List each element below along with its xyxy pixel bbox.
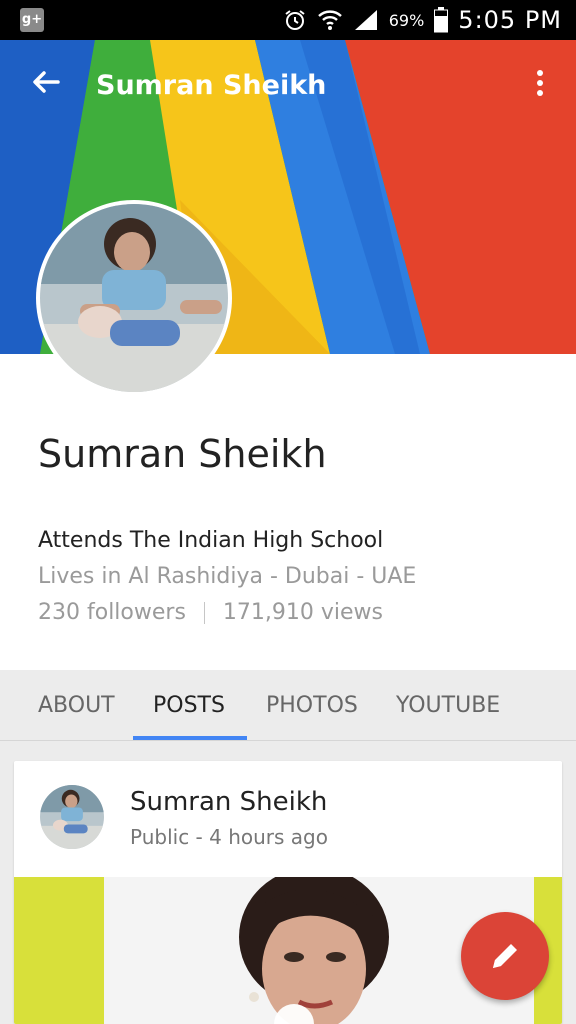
profile-name: Sumran Sheikh xyxy=(38,432,327,476)
profile-attends: Attends The Indian High School xyxy=(38,528,384,553)
battery-percent: 69% xyxy=(388,10,425,30)
views-count: 171,910 views xyxy=(222,600,384,625)
tab-posts[interactable]: POSTS xyxy=(153,670,225,740)
profile-tabs: ABOUT POSTS PHOTOS YOUTUBE xyxy=(0,670,576,741)
app-bar-title: Sumran Sheikh xyxy=(96,70,327,101)
tab-about[interactable]: ABOUT xyxy=(38,670,115,740)
profile-stats: 230 followers 171,910 views xyxy=(38,600,383,625)
battery-icon xyxy=(434,7,449,33)
profile-avatar[interactable] xyxy=(40,204,228,392)
status-bar-right: 69% 5:05 PM xyxy=(283,6,562,34)
app-bar: Sumran Sheikh xyxy=(0,40,576,130)
followers-count[interactable]: 230 followers xyxy=(38,600,186,625)
active-tab-indicator xyxy=(133,736,247,740)
arrow-back-icon[interactable] xyxy=(26,62,66,102)
status-bar: g+ 69% 5:05 PM xyxy=(0,0,576,40)
status-time: 5:05 PM xyxy=(458,6,562,34)
compose-post-button[interactable] xyxy=(461,912,549,1000)
pencil-icon xyxy=(493,944,517,968)
wifi-icon xyxy=(317,10,342,30)
alarm-icon xyxy=(285,10,305,30)
post-meta: Public - 4 hours ago xyxy=(130,825,328,849)
post-author-name[interactable]: Sumran Sheikh xyxy=(130,787,327,817)
more-vert-icon[interactable] xyxy=(530,68,550,98)
stats-divider xyxy=(203,601,205,624)
tab-photos[interactable]: PHOTOS xyxy=(266,670,358,740)
signal-icon xyxy=(354,10,377,30)
google-plus-icon: g+ xyxy=(20,8,44,32)
profile-location: Lives in Al Rashidiya - Dubai - UAE xyxy=(38,564,417,589)
post-author-avatar[interactable] xyxy=(40,785,104,849)
tab-youtube[interactable]: YOUTUBE xyxy=(396,670,500,740)
